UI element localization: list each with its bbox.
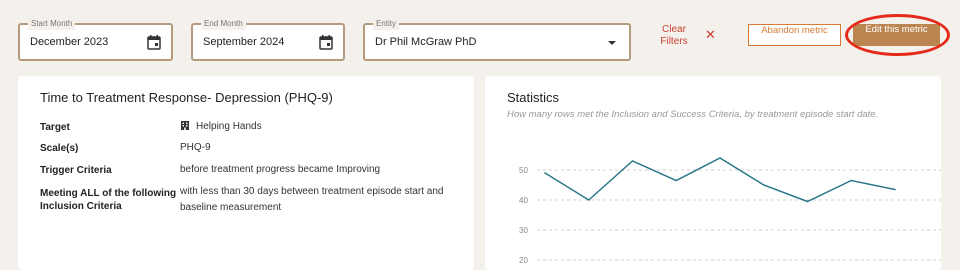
- building-icon: [181, 121, 189, 130]
- start-month-field[interactable]: Start Month December 2023: [18, 18, 173, 61]
- close-icon[interactable]: ✕: [705, 27, 716, 43]
- y-tick-label: 20: [519, 256, 528, 265]
- end-month-label: End Month: [201, 18, 246, 30]
- end-month-field[interactable]: End Month September 2024: [191, 18, 345, 61]
- trigger-criteria-label: Trigger Criteria: [40, 165, 112, 176]
- inclusion-criteria-label: Meeting ALL of the following Inclusion C…: [40, 188, 177, 212]
- data-point: [762, 184, 765, 186]
- scales-value: PHQ-9: [180, 142, 211, 153]
- data-point: [719, 157, 721, 159]
- calendar-icon[interactable]: [147, 34, 161, 50]
- data-point: [587, 199, 590, 201]
- data-point: [631, 160, 634, 162]
- data-point: [850, 179, 853, 182]
- data-point: [544, 172, 546, 174]
- entity-label: Entity: [373, 18, 400, 30]
- target-label: Target: [40, 122, 70, 133]
- start-month-value: December 2023: [30, 36, 109, 48]
- trigger-criteria-value: before treatment progress became Improvi…: [180, 164, 381, 175]
- inclusion-criteria-value: with less than 30 days between treatment…: [180, 186, 444, 213]
- data-point: [806, 200, 809, 203]
- statistics-line-chart: 20 30 40 50: [519, 157, 941, 265]
- metric-details-card: Time to Treatment Response- Depression (…: [18, 76, 474, 270]
- target-value: Helping Hands: [180, 119, 460, 135]
- statistics-card: Statistics How many rows met the Inclusi…: [485, 76, 941, 270]
- scales-label: Scale(s): [40, 143, 79, 154]
- data-point: [894, 188, 896, 191]
- metric-title: Time to Treatment Response- Depression (…: [40, 90, 333, 105]
- y-tick-label: 30: [519, 226, 528, 235]
- statistics-title: Statistics: [507, 90, 560, 105]
- statistics-subtitle: How many rows met the Inclusion and Succ…: [507, 109, 879, 120]
- target-value-text: Helping Hands: [196, 121, 262, 132]
- entity-select[interactable]: Entity Dr Phil McGraw PhD: [363, 18, 631, 61]
- start-month-label: Start Month: [28, 18, 76, 30]
- edit-metric-button[interactable]: Edit this metric: [853, 24, 940, 46]
- end-month-value: September 2024: [203, 36, 285, 48]
- series-line: [544, 157, 896, 203]
- calendar-icon[interactable]: [319, 34, 333, 50]
- caret-down-icon[interactable]: [605, 35, 619, 51]
- y-tick-label: 40: [519, 196, 528, 205]
- data-point: [675, 179, 678, 182]
- abandon-metric-button[interactable]: Abandon metric: [748, 24, 841, 46]
- y-tick-label: 50: [519, 166, 528, 175]
- clear-filters-button[interactable]: Clear Filters: [656, 24, 692, 48]
- entity-value: Dr Phil McGraw PhD: [375, 36, 477, 48]
